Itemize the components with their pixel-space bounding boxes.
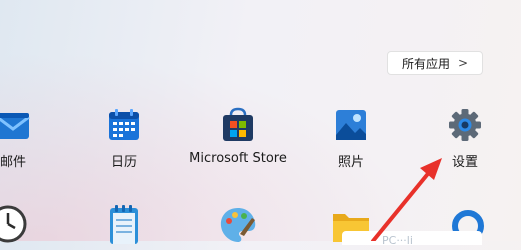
app-label: Microsoft Store (189, 151, 287, 166)
app-label: 设置 (451, 155, 478, 170)
app-tile-notepad[interactable] (104, 204, 144, 244)
all-apps-label: 所有应用 (401, 56, 450, 71)
mail-icon (0, 107, 31, 143)
app-tile-microsoft-store[interactable]: Microsoft Store (183, 107, 293, 177)
app-tile-mail[interactable]: 邮件 (0, 107, 68, 177)
paint-icon (220, 208, 256, 242)
app-tile-paint[interactable] (218, 204, 258, 244)
app-tile-calendar[interactable]: 日历 (69, 107, 179, 177)
all-apps-button[interactable]: 所有应用 > (387, 51, 483, 75)
app-label: 照片 (337, 155, 364, 170)
app-tile-photos[interactable]: 照片 (296, 107, 406, 177)
app-tile-settings[interactable]: 设置 (410, 107, 520, 177)
store-icon (220, 107, 256, 143)
app-label: 日历 (110, 155, 137, 170)
app-tile-clock[interactable] (0, 204, 28, 244)
popup-text: PC···li (382, 234, 413, 245)
calendar-icon (106, 107, 142, 143)
notepad-icon (110, 205, 138, 244)
photos-icon (333, 107, 369, 143)
settings-icon (447, 107, 483, 143)
clock-icon (0, 205, 27, 243)
partial-popup: PC···li (342, 231, 482, 245)
app-label: 邮件 (0, 155, 26, 170)
chevron-right-icon: > (457, 56, 469, 70)
